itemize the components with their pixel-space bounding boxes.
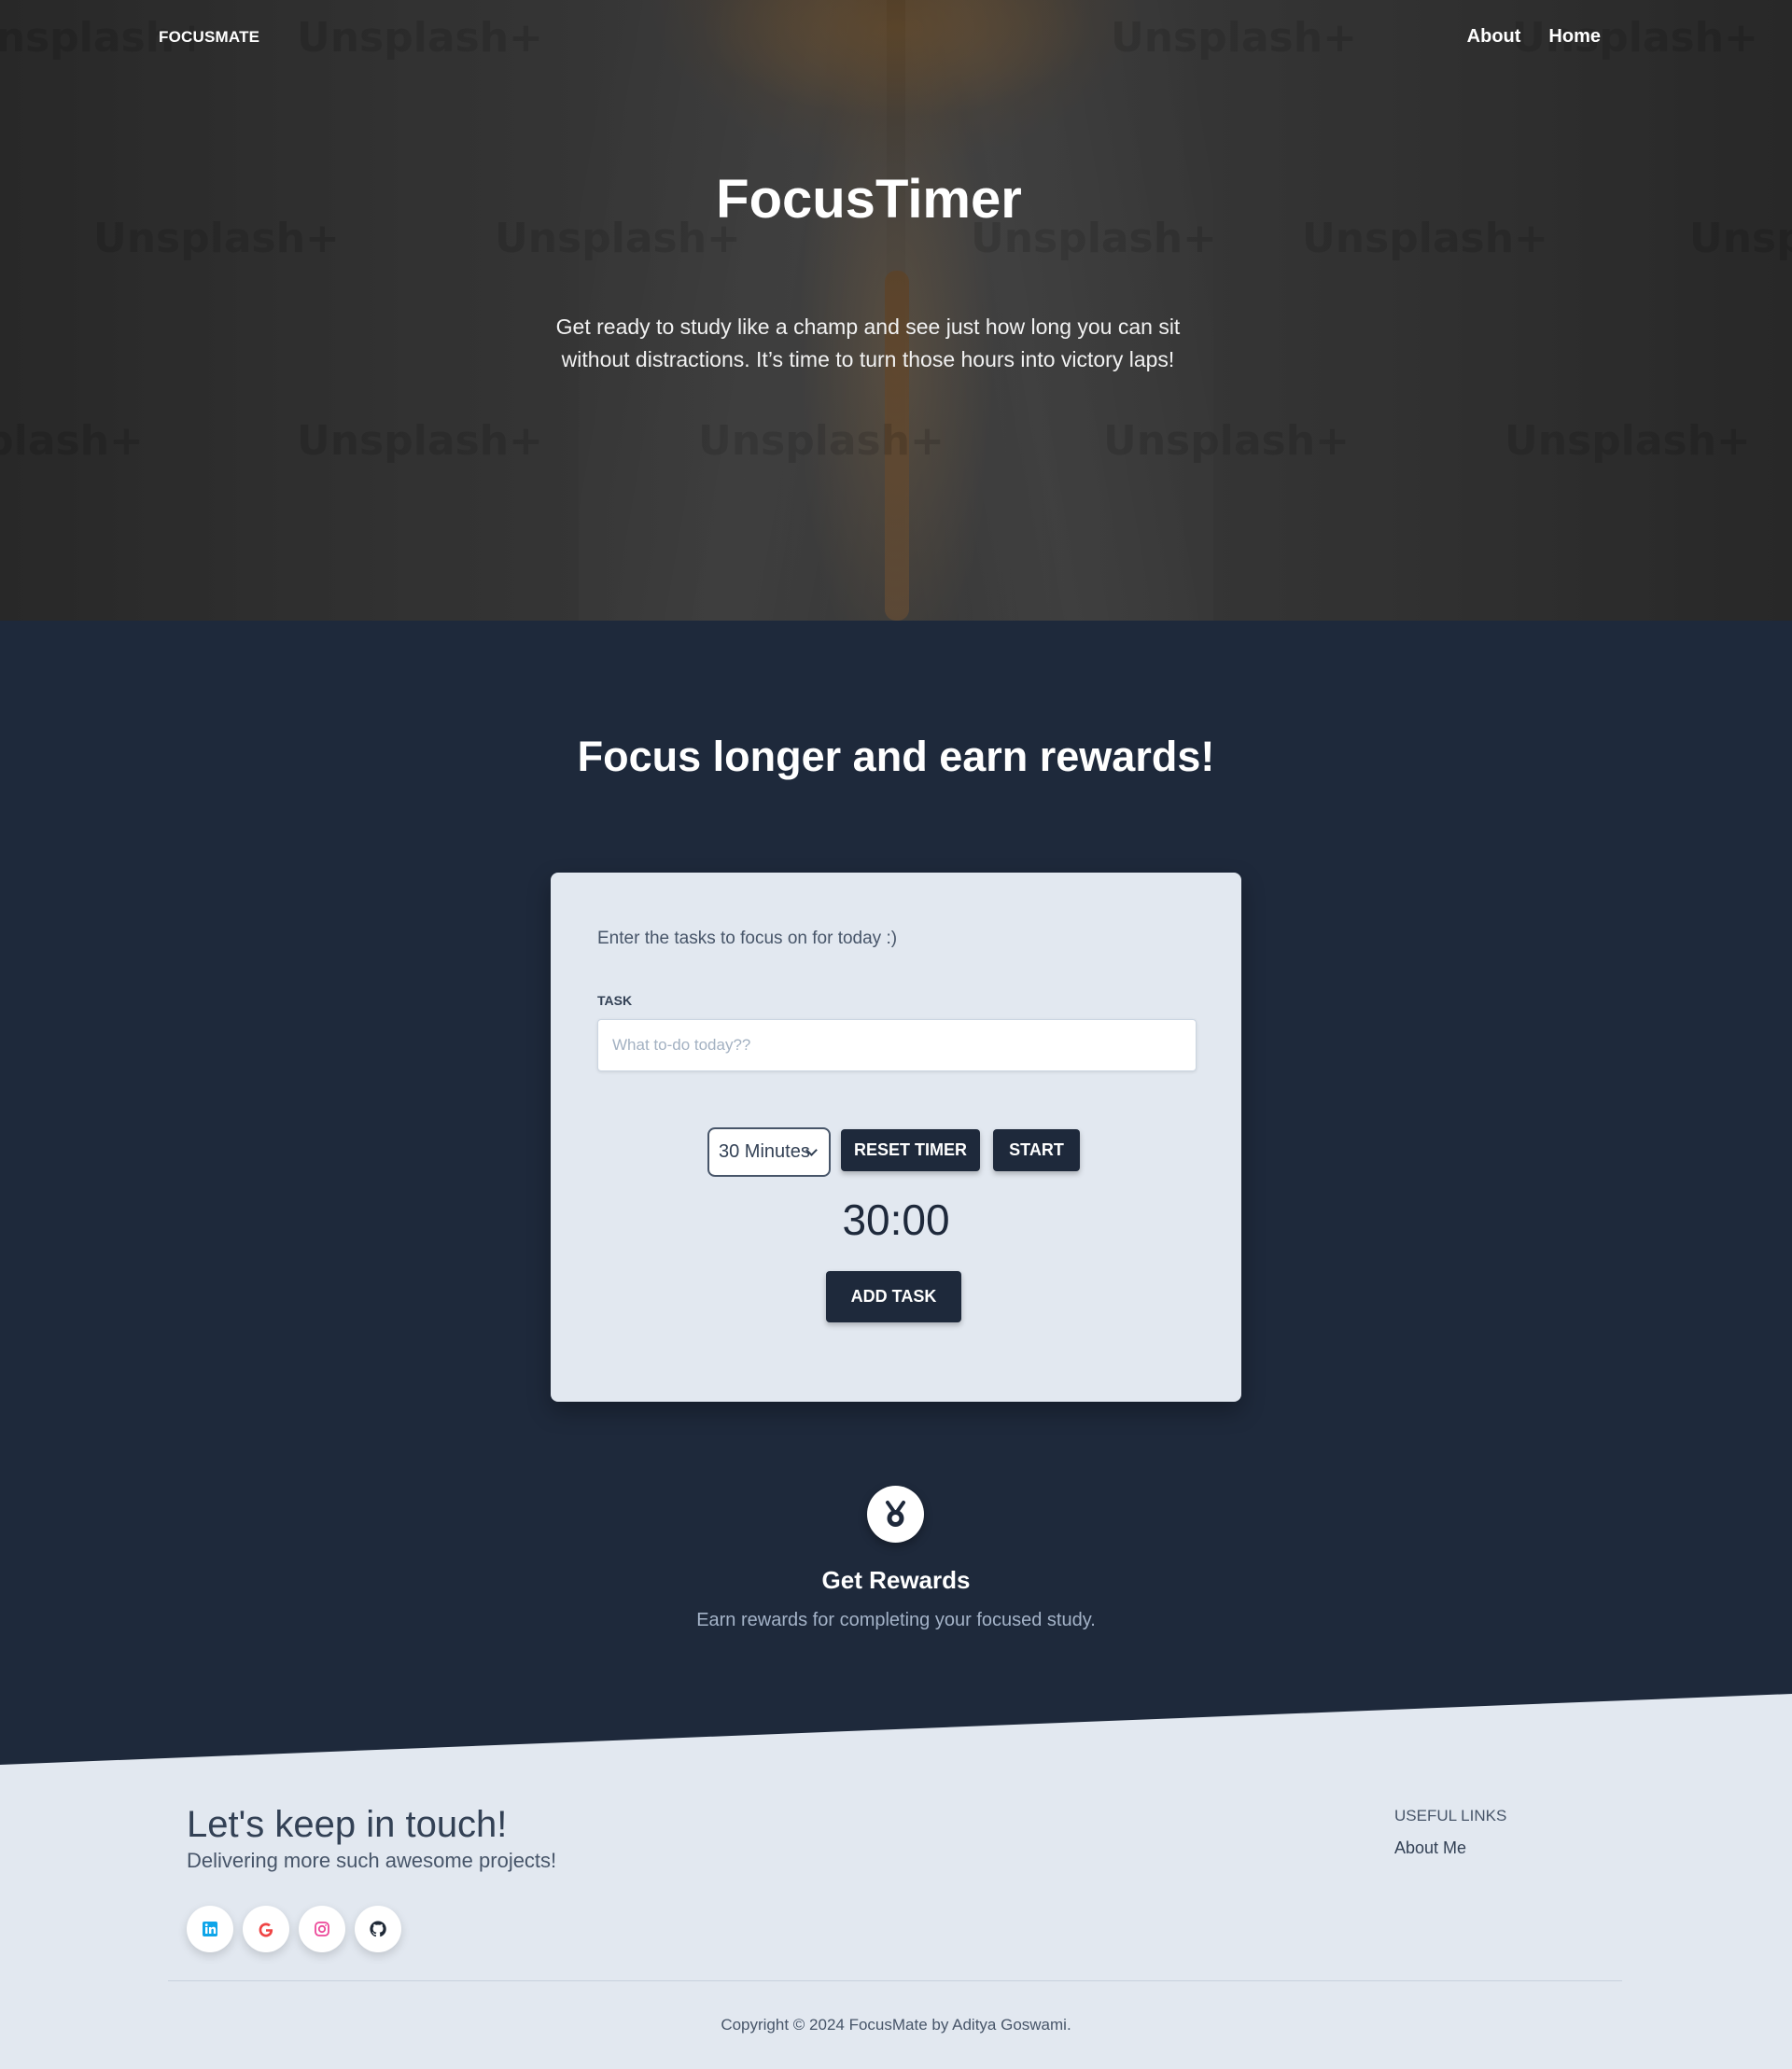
hero-section: Unsplash+ Unsplash+ Unsplash+ Unsplash+ … <box>0 0 1792 621</box>
instagram-button[interactable] <box>299 1906 345 1952</box>
task-input[interactable] <box>597 1019 1197 1071</box>
linkedin-icon <box>203 1922 217 1936</box>
brand-logo[interactable]: FOCUSMATE <box>159 28 259 47</box>
reward-subtitle: Earn rewards for completing your focused… <box>696 1610 1096 1630</box>
nav-about-link[interactable]: About <box>1467 26 1521 48</box>
watermark: Unsplash+ <box>1111 14 1357 62</box>
google-icon <box>259 1922 273 1937</box>
copyright-text: Copyright © 2024 FocusMate by Aditya Gos… <box>721 2016 1071 2034</box>
task-card: Enter the tasks to focus on for today :)… <box>551 873 1241 1402</box>
task-label: TASK <box>597 993 633 1008</box>
card-intro-text: Enter the tasks to focus on for today :) <box>597 929 898 948</box>
watermark: Unsplash+ <box>297 14 543 62</box>
github-button[interactable] <box>355 1906 401 1952</box>
reset-timer-button[interactable]: RESET TIMER <box>841 1129 980 1171</box>
timer-display: 30:00 <box>842 1195 950 1244</box>
watermark: Unsplash+ <box>0 417 144 465</box>
footer-background <box>0 1694 1792 2069</box>
medal-icon <box>867 1486 924 1543</box>
watermark: Unsplash+ <box>297 417 543 465</box>
footer-divider <box>168 1980 1622 1981</box>
start-button[interactable]: START <box>993 1129 1080 1171</box>
google-button[interactable] <box>243 1906 289 1952</box>
section-heading: Focus longer and earn rewards! <box>577 733 1215 780</box>
add-task-button[interactable]: ADD TASK <box>826 1271 961 1322</box>
top-nav: About Home <box>1467 26 1601 48</box>
watermark: Unsplash+ <box>1103 417 1350 465</box>
nav-home-link[interactable]: Home <box>1548 26 1601 48</box>
hero-title: FocusTimer <box>716 169 1022 230</box>
duration-select[interactable]: 30 Minutes <box>707 1127 831 1177</box>
instagram-icon <box>315 1922 329 1936</box>
watermark: Unsplash+ <box>698 417 945 465</box>
github-icon <box>370 1921 386 1937</box>
about-me-link[interactable]: About Me <box>1394 1838 1466 1858</box>
duration-selected-value: 30 Minutes <box>719 1141 810 1162</box>
watermark: Unsplash+ <box>1505 417 1751 465</box>
reward-title: Get Rewards <box>821 1566 971 1594</box>
useful-links-heading: USEFUL LINKS <box>1394 1807 1507 1824</box>
hero-subtitle: Get ready to study like a champ and see … <box>555 315 1181 371</box>
footer-title: Let's keep in touch! <box>187 1804 508 1845</box>
footer-subtitle: Delivering more such awesome projects! <box>187 1849 557 1872</box>
linkedin-button[interactable] <box>187 1906 233 1952</box>
